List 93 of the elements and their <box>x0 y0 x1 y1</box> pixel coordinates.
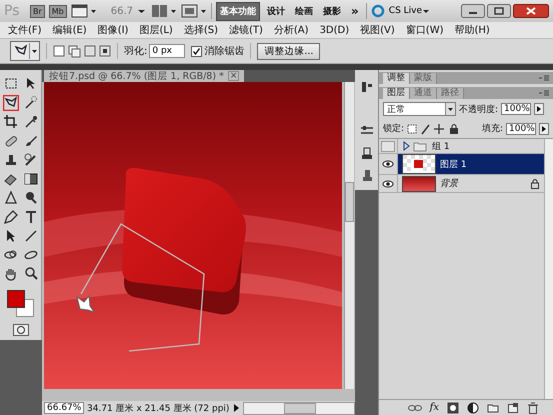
fill-field[interactable]: 100% <box>506 122 536 134</box>
close-tab-button[interactable]: × <box>228 71 240 81</box>
panel-tab[interactable]: 蒙版 <box>410 73 437 84</box>
arrange-documents-icon[interactable] <box>151 4 178 18</box>
clone-source-icon[interactable] <box>360 146 374 160</box>
tool-preset-picker[interactable] <box>10 41 40 61</box>
menu-item[interactable]: 滤镜(T) <box>228 23 263 37</box>
folder-icon[interactable] <box>402 140 428 152</box>
zoom-icon[interactable] <box>22 266 38 282</box>
trash-icon[interactable] <box>527 402 539 414</box>
layer-row[interactable]: 背景 <box>379 175 544 193</box>
app-logo: Ps <box>4 3 20 19</box>
bridge-button[interactable]: Br <box>30 4 45 18</box>
more-workspaces-button[interactable]: » <box>348 2 362 20</box>
layer-row[interactable]: 图层 1 <box>379 154 544 175</box>
layer-mask-icon[interactable] <box>447 402 459 414</box>
screen-mode-icon[interactable] <box>181 4 208 18</box>
horizontal-scrollbar[interactable] <box>243 402 355 414</box>
fill-label: 填充: <box>482 122 503 135</box>
info-menu-arrow-icon[interactable] <box>232 402 240 414</box>
anti-alias-label: 消除锯齿 <box>204 44 244 58</box>
new-layer-icon[interactable] <box>507 402 519 414</box>
restore-icon[interactable] <box>487 4 511 18</box>
visibility-toggle[interactable] <box>381 140 395 152</box>
menu-item[interactable]: 选择(S) <box>184 23 218 37</box>
workspace-button[interactable]: 基本功能 <box>216 2 260 20</box>
panel-tab[interactable]: 通道 <box>410 88 437 99</box>
link-icon[interactable] <box>408 402 422 412</box>
opacity-slider-arrow-icon[interactable] <box>534 103 544 115</box>
pen-icon[interactable] <box>2 209 18 225</box>
quick-mask-icon[interactable] <box>12 324 28 336</box>
panel-menu-icon[interactable] <box>538 89 550 97</box>
menu-item[interactable]: 分析(A) <box>274 23 309 37</box>
view-extras-icon[interactable] <box>70 4 97 18</box>
eyedropper-icon[interactable] <box>22 114 38 130</box>
opacity-label: 不透明度: <box>459 104 498 116</box>
caret-icon <box>422 7 430 15</box>
crop-icon[interactable] <box>2 114 18 130</box>
layer-thumbnail <box>402 176 436 192</box>
menu-item[interactable]: 图层(L) <box>139 23 173 37</box>
caret-icon <box>445 103 455 115</box>
layer-thumbnail <box>402 154 436 174</box>
color-swatches-drawing[interactable] <box>6 290 34 318</box>
close-icon[interactable] <box>513 4 549 18</box>
layer-style-button[interactable]: fx <box>430 402 439 413</box>
mini-bridge-button[interactable]: Mb <box>48 4 67 18</box>
adjustment-sliders-icon[interactable] <box>360 80 374 94</box>
document-tab[interactable]: 按钮7.psd @ 66.7% (图层 1, RGB/8) * × <box>44 70 244 82</box>
feather-label: 羽化: <box>124 45 148 58</box>
gradient-icon[interactable] <box>22 171 38 187</box>
lasso-cursor-icon <box>76 294 96 313</box>
menu-item[interactable]: 图像(I) <box>98 23 128 37</box>
menu-item[interactable]: 视图(V) <box>360 23 395 37</box>
workspace-button[interactable]: 设计 <box>264 2 288 20</box>
minimize-icon[interactable] <box>461 4 485 18</box>
document-info: 34.71 厘米 x 21.45 厘米 (72 ppi) <box>87 402 230 414</box>
eye-icon[interactable] <box>382 180 394 188</box>
polygon-lasso-icon[interactable] <box>2 95 18 111</box>
feather-input[interactable]: 0 px <box>149 44 186 58</box>
layer-name: 组 1 <box>432 140 450 152</box>
lock-label: 锁定: <box>383 122 404 135</box>
workspace-button[interactable]: 摄影 <box>320 2 344 20</box>
refine-edge-button[interactable]: 调整边缘... <box>257 42 320 60</box>
layers-scrollbar[interactable] <box>544 139 553 399</box>
blend-mode-dropdown[interactable]: 正常 <box>383 102 456 116</box>
dropdown-caret-icon[interactable] <box>29 43 39 59</box>
panel-menu-icon[interactable] <box>538 74 550 82</box>
adjustment-layer-icon[interactable] <box>467 402 479 414</box>
menu-item[interactable]: 3D(D) <box>320 24 350 36</box>
menu-item[interactable]: 文件(F) <box>8 23 42 37</box>
menu-item[interactable]: 窗口(W) <box>406 23 444 37</box>
vertical-scrollbar[interactable] <box>344 82 354 389</box>
menu-item[interactable]: 帮助(H) <box>454 23 490 37</box>
fill-slider-arrow-icon[interactable] <box>539 122 549 134</box>
blur-icon[interactable] <box>2 190 18 206</box>
menu-item[interactable]: 编辑(E) <box>52 23 87 37</box>
opacity-field[interactable]: 100% <box>501 103 532 115</box>
cs-live-icon <box>370 4 385 18</box>
workspace-button[interactable]: 绘画 <box>292 2 316 20</box>
eye-icon[interactable] <box>382 160 394 168</box>
new-group-icon[interactable] <box>487 402 499 414</box>
selection-mode-icons[interactable] <box>53 44 111 58</box>
history-brush-icon[interactable] <box>22 152 38 168</box>
panel-tab[interactable]: 图层 <box>383 88 410 99</box>
panel-tab[interactable]: 路径 <box>437 88 464 99</box>
layer-name: 图层 1 <box>440 158 467 170</box>
hand-icon[interactable] <box>2 266 18 282</box>
layer-name: 背景 <box>440 178 458 190</box>
status-zoom-field[interactable]: 66.67% <box>44 402 84 414</box>
panel-tab[interactable]: 调整 <box>383 73 410 84</box>
magic-wand-icon[interactable] <box>22 95 38 111</box>
anti-alias-checkbox[interactable] <box>191 46 202 56</box>
cs-live-button[interactable]: CS Live <box>388 6 430 16</box>
